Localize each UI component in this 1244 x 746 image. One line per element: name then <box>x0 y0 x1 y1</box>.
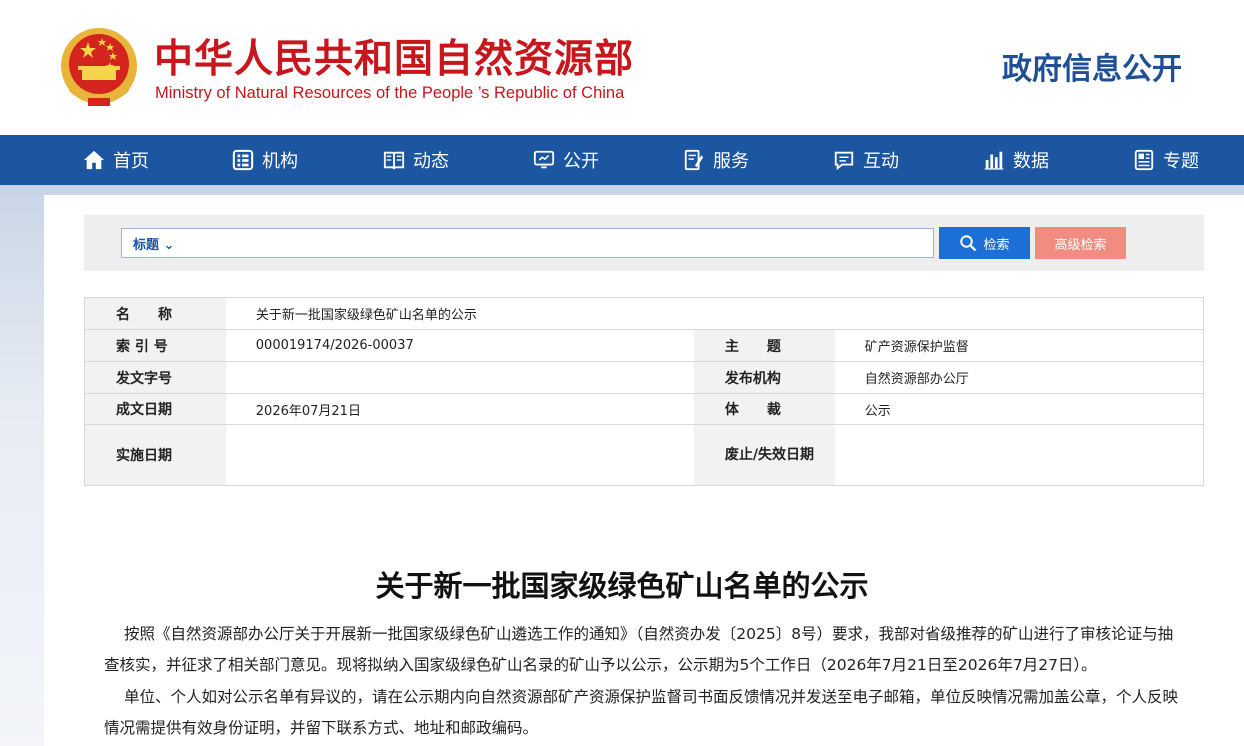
nav-label: 服务 <box>713 151 749 172</box>
main-nav: 首页 机构 动态 公开 服务 互动 数据 专题 <box>0 135 1244 185</box>
monitor-icon <box>533 150 555 169</box>
nav-item-service[interactable]: 服务 <box>683 135 749 185</box>
search-button-label: 检索 <box>983 236 1010 252</box>
nav-item-home[interactable]: 首页 <box>83 135 149 185</box>
document-edit-icon <box>684 149 704 171</box>
nav-label: 公开 <box>563 151 599 172</box>
home-icon <box>83 150 105 170</box>
info-value-publisher: 自然资源部办公厅 <box>864 372 969 387</box>
nav-item-public[interactable]: 公开 <box>533 135 599 185</box>
info-row-doc-no: 发文字号 发布机构 自然资源部办公厅 <box>85 362 1203 394</box>
nav-label: 首页 <box>113 151 149 172</box>
info-row-effective: 实施日期 废止/失效日期 <box>85 425 1203 485</box>
document-info-table: 名 称 关于新一批国家级绿色矿山名单的公示 索 引 号 000019174/20… <box>84 297 1204 486</box>
nav-item-interaction[interactable]: 互动 <box>833 135 899 185</box>
search-field-select[interactable]: 标题 ⌄ <box>133 234 174 253</box>
info-value-name: 关于新一批国家级绿色矿山名单的公示 <box>255 308 477 323</box>
topic-icon <box>1134 149 1154 171</box>
search-icon <box>960 235 977 252</box>
article-paragraph: 单位、个人如对公示名单有异议的，请在公示期内向自然资源部矿产资源保护监督司书面反… <box>104 688 1179 737</box>
site-title-cn: 中华人民共和国自然资源部 <box>154 37 635 82</box>
site-title-en: Ministry of Natural Resources of the Peo… <box>155 84 625 102</box>
search-field-label: 标题 <box>133 238 160 253</box>
gov-info-title[interactable]: 政府信息公开 <box>1002 44 1182 88</box>
info-row-index: 索 引 号 000019174/2026-00037 主 题 矿产资源保护监督 <box>85 330 1203 362</box>
info-label: 发文字号 <box>85 362 226 393</box>
article-title: 关于新一批国家级绿色矿山名单的公示 <box>375 569 869 603</box>
info-value-expiry <box>835 425 1203 485</box>
info-row-name: 名 称 关于新一批国家级绿色矿山名单的公示 <box>85 298 1203 330</box>
nav-label: 互动 <box>863 151 899 172</box>
info-value-effective <box>226 425 694 485</box>
nav-item-news[interactable]: 动态 <box>383 135 449 185</box>
info-label: 主 题 <box>693 330 835 361</box>
nav-item-data[interactable]: 数据 <box>983 135 1049 185</box>
organization-icon <box>232 149 254 171</box>
info-label: 体 裁 <box>693 394 835 424</box>
site-header: 中华人民共和国自然资源部 Ministry of Natural Resourc… <box>0 0 1244 135</box>
article-paragraph: 按照《自然资源部办公厅关于开展新一批国家级绿色矿山遴选工作的通知》（自然资办发〔… <box>104 625 1174 674</box>
nav-item-organization[interactable]: 机构 <box>232 135 298 185</box>
info-value-date: 2026年07月21日 <box>255 403 361 419</box>
info-label: 成文日期 <box>85 394 226 424</box>
info-label: 废止/失效日期 <box>693 425 835 485</box>
info-value-doc-no <box>226 362 694 393</box>
nav-label: 机构 <box>262 151 298 172</box>
advanced-search-button[interactable]: 高级检索 <box>1035 227 1126 259</box>
nav-label: 专题 <box>1163 151 1199 172</box>
info-value-topic: 矿产资源保护监督 <box>864 340 969 355</box>
info-value-genre: 公示 <box>864 403 891 419</box>
nav-item-topic[interactable]: 专题 <box>1133 135 1199 185</box>
nav-label: 数据 <box>1013 151 1049 172</box>
search-input[interactable] <box>190 229 930 257</box>
book-icon <box>383 151 405 170</box>
national-emblem-icon <box>61 28 137 106</box>
info-value-index: 000019174/2026-00037 <box>255 338 414 353</box>
bar-chart-icon <box>984 151 1004 170</box>
nav-label: 动态 <box>413 151 449 172</box>
info-label: 发布机构 <box>693 362 835 393</box>
chat-icon <box>834 151 854 171</box>
info-label: 索 引 号 <box>85 330 226 361</box>
search-button[interactable]: 检索 <box>939 227 1030 259</box>
info-label: 实施日期 <box>85 425 226 485</box>
info-label: 名 称 <box>85 298 226 329</box>
info-row-date: 成文日期 2026年07月21日 体 裁 公示 <box>85 394 1203 425</box>
chevron-down-icon: ⌄ <box>163 238 175 253</box>
